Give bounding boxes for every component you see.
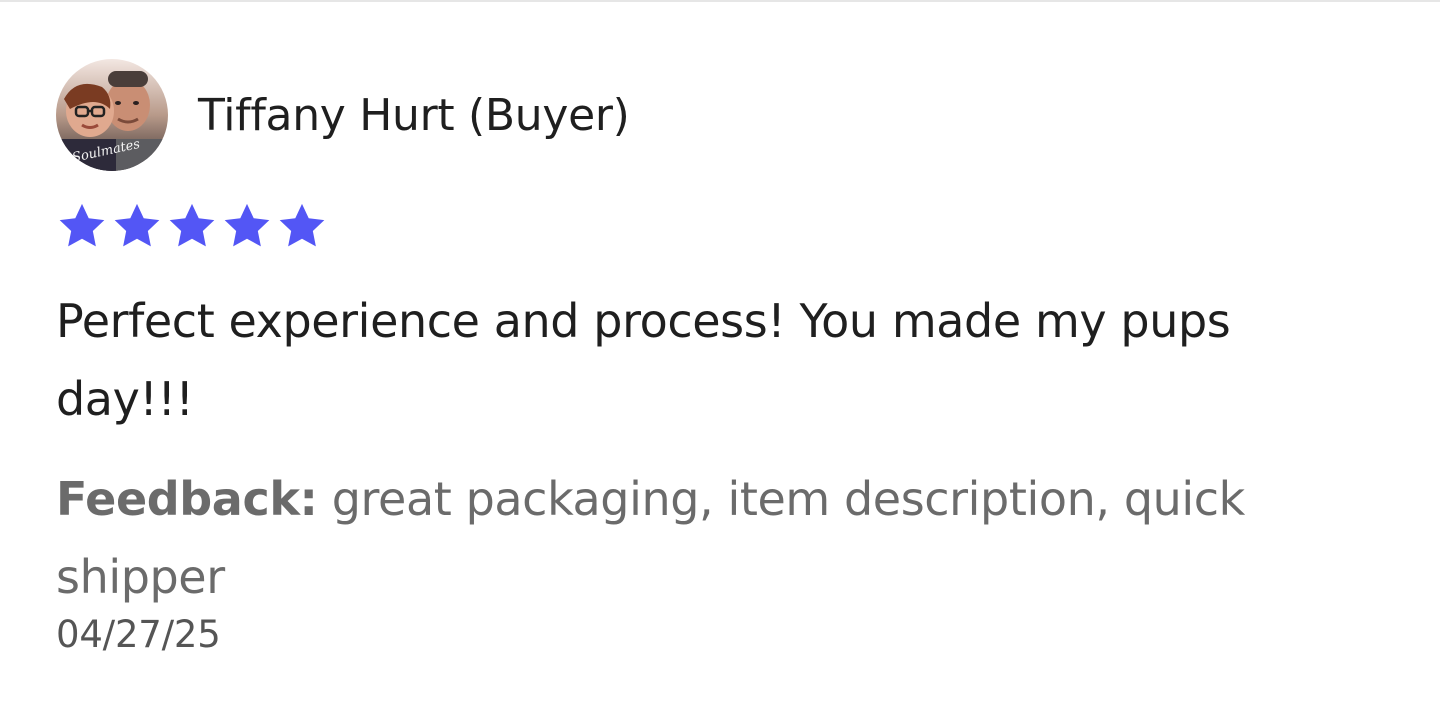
avatar[interactable]: Soulmates xyxy=(56,59,168,171)
reviewer-name[interactable]: Tiffany Hurt (Buyer) xyxy=(198,90,630,141)
star-icon xyxy=(111,200,163,252)
star-icon xyxy=(56,200,108,252)
review-card: Soulmates Tiffany Hurt (Buyer) Perfect e… xyxy=(56,58,1386,660)
star-icon xyxy=(166,200,218,252)
reviewer-row: Soulmates Tiffany Hurt (Buyer) xyxy=(56,58,1386,172)
feedback-label: Feedback: xyxy=(56,472,318,526)
feedback: Feedback: great packaging, item descript… xyxy=(56,460,1376,616)
star-icon xyxy=(221,200,273,252)
review-text: Perfect experience and process! You made… xyxy=(56,294,1231,426)
top-divider xyxy=(0,0,1440,2)
review-date: 04/27/25 xyxy=(56,613,221,656)
star-icon xyxy=(276,200,328,252)
star-rating xyxy=(56,200,1386,252)
avatar-photo: Soulmates xyxy=(56,59,168,171)
